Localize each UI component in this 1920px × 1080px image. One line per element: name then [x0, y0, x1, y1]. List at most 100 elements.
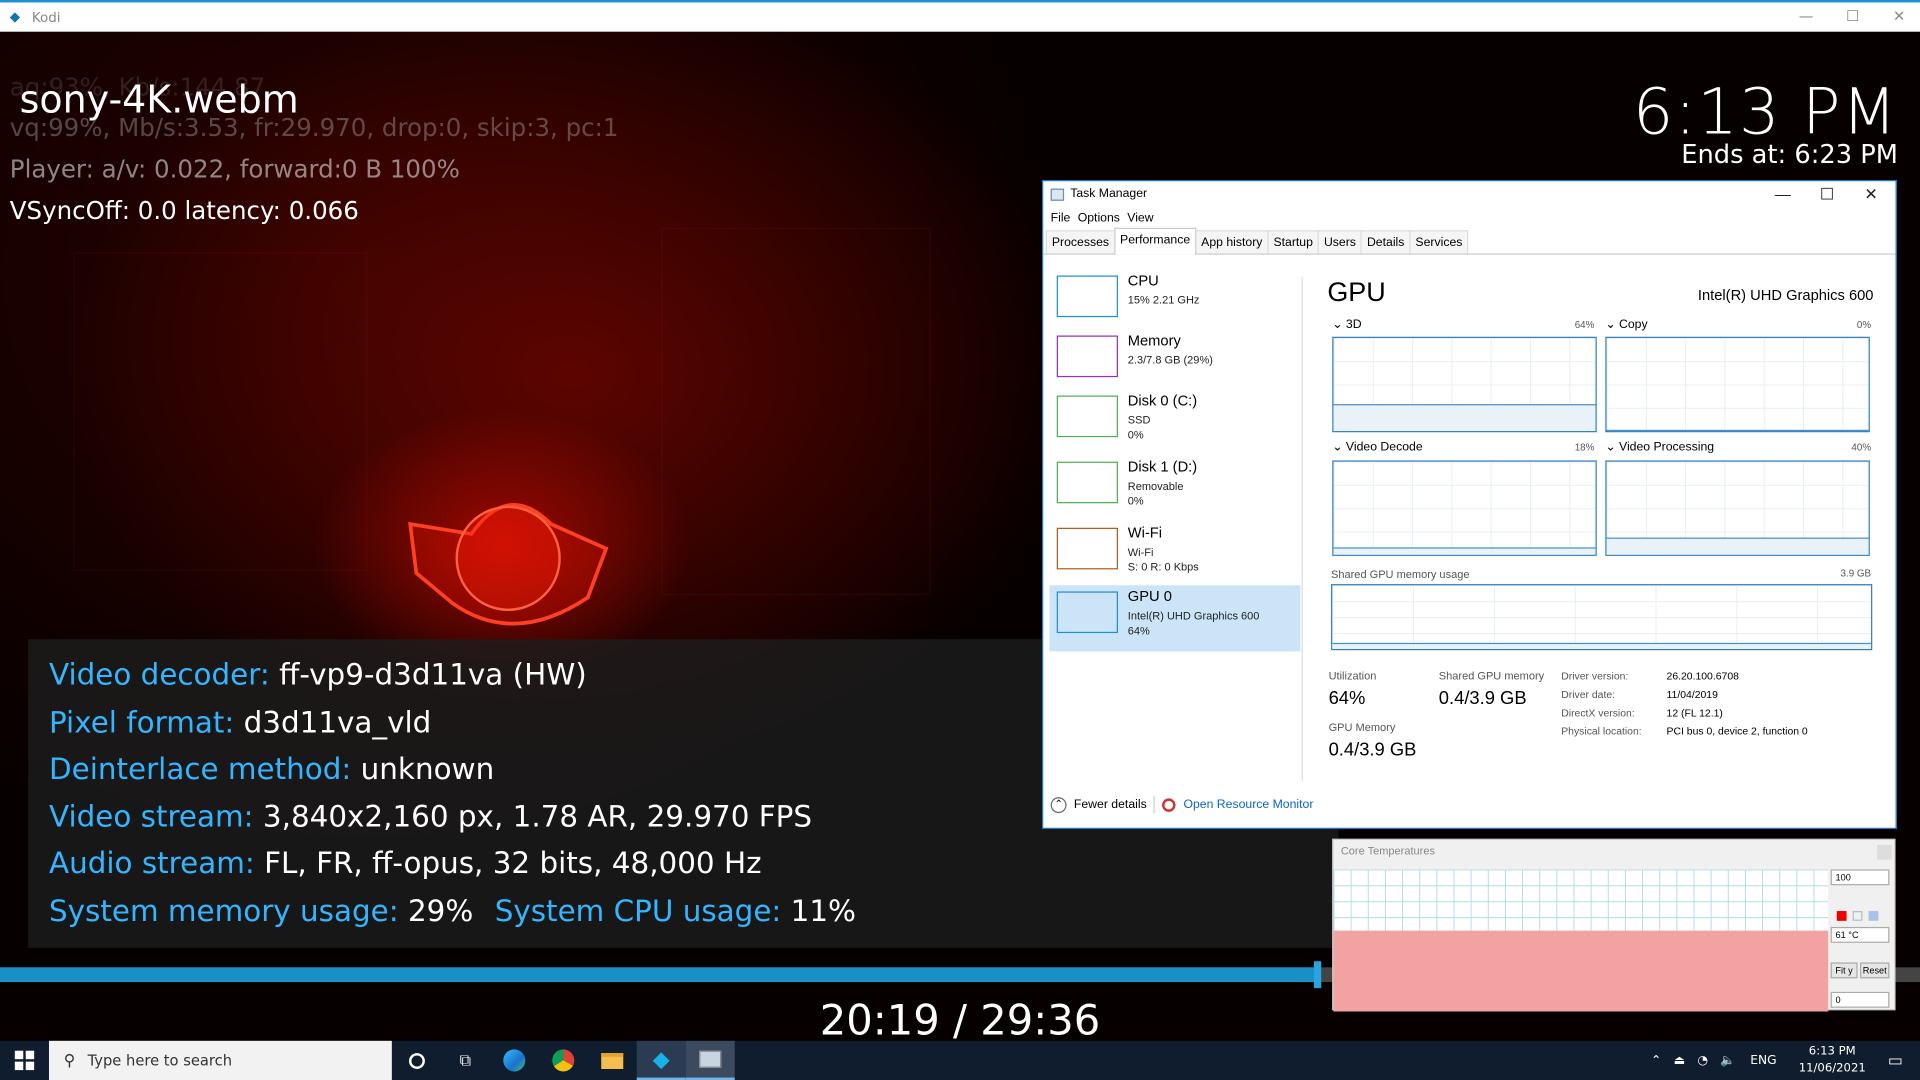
sidebar-item-detail: Wi-Fi	[1127, 546, 1154, 559]
shared-memory-max: 3.9 GB	[1840, 568, 1872, 580]
open-resource-monitor-link[interactable]: Open Resource Monitor	[1183, 798, 1313, 811]
tab-performance[interactable]: Performance	[1113, 227, 1197, 255]
chevron-down-icon: ⌄	[1332, 440, 1343, 455]
task-manager-icon	[1050, 188, 1065, 201]
engine-3d-percent: 64%	[1574, 319, 1595, 331]
ends-at: Ends at: 6:23 PM	[1681, 139, 1898, 169]
sidebar-divider	[1301, 276, 1303, 782]
sidebar-item-memory[interactable]: Memory 2.3/7.8 GB (29%)	[1049, 329, 1300, 395]
core-color-white[interactable]	[1852, 911, 1863, 921]
ct-min-field[interactable]: 0	[1830, 991, 1890, 1008]
language-indicator[interactable]: ENG	[1750, 1054, 1776, 1067]
cpu-thumbnail	[1056, 275, 1118, 318]
engine-copy-label[interactable]: ⌄ Copy	[1605, 318, 1647, 331]
minimize-button[interactable]: —	[1783, 2, 1830, 31]
info-audio-stream: Audio stream: FL, FR, ff-opus, 32 bits, …	[48, 846, 762, 881]
core-color-blue[interactable]	[1868, 911, 1879, 921]
engine-3d-graph	[1332, 336, 1597, 433]
engine-processing-label[interactable]: ⌄ Video Processing	[1605, 441, 1714, 454]
maximize-button[interactable]: ☐	[1829, 2, 1876, 31]
task-manager-window[interactable]: Task Manager — ☐ ✕ File Options View Pro…	[1042, 180, 1897, 829]
fewer-details-link[interactable]: Fewer details	[1074, 798, 1147, 811]
gpu-memory-label: GPU Memory	[1328, 721, 1396, 734]
tm-titlebar: Task Manager — ☐ ✕	[1043, 181, 1895, 208]
chevron-up-icon[interactable]: ⌃	[1651, 1054, 1661, 1067]
engine-processing-graph	[1605, 460, 1870, 556]
shared-memory-level	[1332, 642, 1872, 649]
sidebar-item-label: Disk 1 (D:)	[1127, 457, 1198, 476]
sidebar-item-label: Wi-Fi	[1127, 524, 1163, 542]
start-button[interactable]	[0, 1041, 49, 1080]
chevron-up-icon: ⌃	[1050, 796, 1067, 813]
wall-detail	[661, 227, 931, 596]
file-explorer-icon[interactable]	[588, 1041, 637, 1080]
sidebar-item-percent: 0%	[1127, 428, 1144, 441]
wifi-icon[interactable]: ◔	[1697, 1054, 1708, 1067]
debug-vsync-line: VSyncOff: 0.0 latency: 0.066	[9, 195, 359, 226]
tab-app-history[interactable]: App history	[1195, 230, 1269, 254]
engine-copy-graph	[1605, 336, 1870, 433]
chrome-icon[interactable]	[539, 1041, 588, 1080]
volume-icon[interactable]: 🔈	[1720, 1054, 1735, 1067]
shared-memory-graph	[1331, 584, 1873, 651]
taskbar-search[interactable]: ⚲ Type here to search	[48, 1040, 392, 1080]
tm-close-button[interactable]: ✕	[1849, 181, 1893, 208]
directx-value: 12 (FL 12.1)	[1666, 706, 1723, 719]
notification-icon[interactable]: ▭	[1888, 1051, 1903, 1069]
close-button[interactable]: ✕	[1876, 2, 1920, 31]
sidebar-item-label: Memory	[1127, 331, 1181, 349]
reset-button[interactable]: Reset	[1860, 962, 1890, 979]
engine-processing-level	[1606, 537, 1869, 555]
temperature-fill	[1333, 930, 1829, 1012]
sidebar-item-throughput: S: 0 R: 0 Kbps	[1127, 560, 1199, 574]
sidebar-item-cpu[interactable]: CPU 15% 2.21 GHz	[1049, 269, 1300, 335]
ct-title: Core Temperatures	[1340, 844, 1435, 858]
usb-icon[interactable]: ⏏	[1674, 1054, 1686, 1067]
debug-player-line: Player: a/v: 0.022, forward:0 B 100%	[9, 154, 460, 184]
debug-video-line: vq:99%, Mb/s:3.53, fr:29.970, drop:0, sk…	[9, 112, 619, 143]
footer-divider	[1154, 795, 1156, 814]
engine-decode-level	[1333, 547, 1596, 555]
search-icon: ⚲	[63, 1051, 76, 1070]
windows-logo-icon	[14, 1050, 35, 1071]
resource-monitor-icon	[1162, 797, 1177, 812]
seek-bar-fill	[0, 967, 1318, 983]
menu-file[interactable]: File	[1051, 208, 1078, 230]
seek-bar-handle[interactable]	[1313, 961, 1321, 989]
tab-startup[interactable]: Startup	[1267, 230, 1320, 254]
info-deinterlace: Deinterlace method: unknown	[48, 751, 495, 787]
engine-copy-percent: 0%	[1856, 319, 1872, 331]
core-temperatures-window[interactable]: Core Temperatures 100 61 °C Fit y Reset …	[1332, 838, 1896, 1012]
edge-icon[interactable]	[490, 1041, 539, 1080]
tab-processes[interactable]: Processes	[1045, 230, 1116, 254]
kodi-icon[interactable]: ◆	[636, 1040, 686, 1080]
ct-close-button[interactable]	[1877, 844, 1892, 860]
tray-clock[interactable]: 6:13 PM 11/06/2021	[1799, 1043, 1866, 1077]
tab-services[interactable]: Services	[1409, 230, 1469, 254]
ct-max-field[interactable]: 100	[1830, 869, 1890, 886]
sidebar-item-percent: 0%	[1127, 494, 1144, 507]
utilization-value: 64%	[1328, 688, 1366, 709]
gpu0-thumbnail	[1056, 591, 1118, 634]
sidebar-item-wifi[interactable]: Wi-Fi Wi-Fi S: 0 R: 0 Kbps	[1049, 522, 1300, 588]
core-color-red[interactable]	[1836, 911, 1847, 921]
sidebar-item-disk1[interactable]: Disk 1 (D:) Removable 0%	[1049, 456, 1300, 522]
fit-y-button[interactable]: Fit y	[1830, 962, 1858, 979]
task-view-icon[interactable]: ⧉	[441, 1041, 490, 1080]
driver-version-label: Driver version:	[1561, 669, 1629, 683]
wall-detail	[73, 252, 368, 571]
tab-details[interactable]: Details	[1360, 230, 1411, 254]
sidebar-item-disk0[interactable]: Disk 0 (C:) SSD 0%	[1049, 389, 1300, 455]
tab-users[interactable]: Users	[1317, 230, 1363, 254]
cortana-icon[interactable]	[392, 1041, 441, 1080]
info-memory-usage: System memory usage: 29%	[48, 893, 474, 929]
engine-3d-label[interactable]: ⌄ 3D	[1332, 318, 1361, 331]
tm-minimize-button[interactable]: —	[1761, 181, 1805, 208]
engine-decode-label[interactable]: ⌄ Video Decode	[1332, 441, 1422, 454]
app-icon[interactable]	[685, 1040, 735, 1080]
sidebar-item-gpu0[interactable]: GPU 0 Intel(R) UHD Graphics 600 64%	[1049, 585, 1301, 652]
engine-3d-level	[1333, 404, 1596, 432]
info-video-stream: Video stream: 3,840x2,160 px, 1.78 AR, 2…	[48, 799, 813, 834]
tm-maximize-button[interactable]: ☐	[1805, 181, 1849, 208]
wifi-thumbnail	[1056, 527, 1118, 570]
